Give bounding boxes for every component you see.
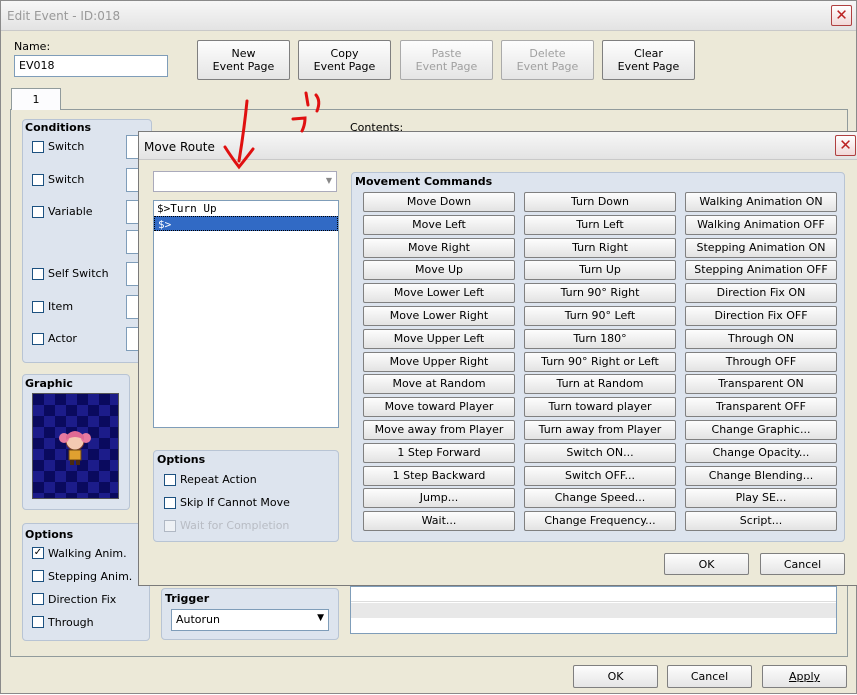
annotation-arrows [223, 91, 321, 170]
tab-page-1[interactable]: 1 [11, 88, 61, 110]
edit-event-window: Edit Event - ID:018 ✕ Name: EV018 New Eve… [0, 0, 857, 694]
